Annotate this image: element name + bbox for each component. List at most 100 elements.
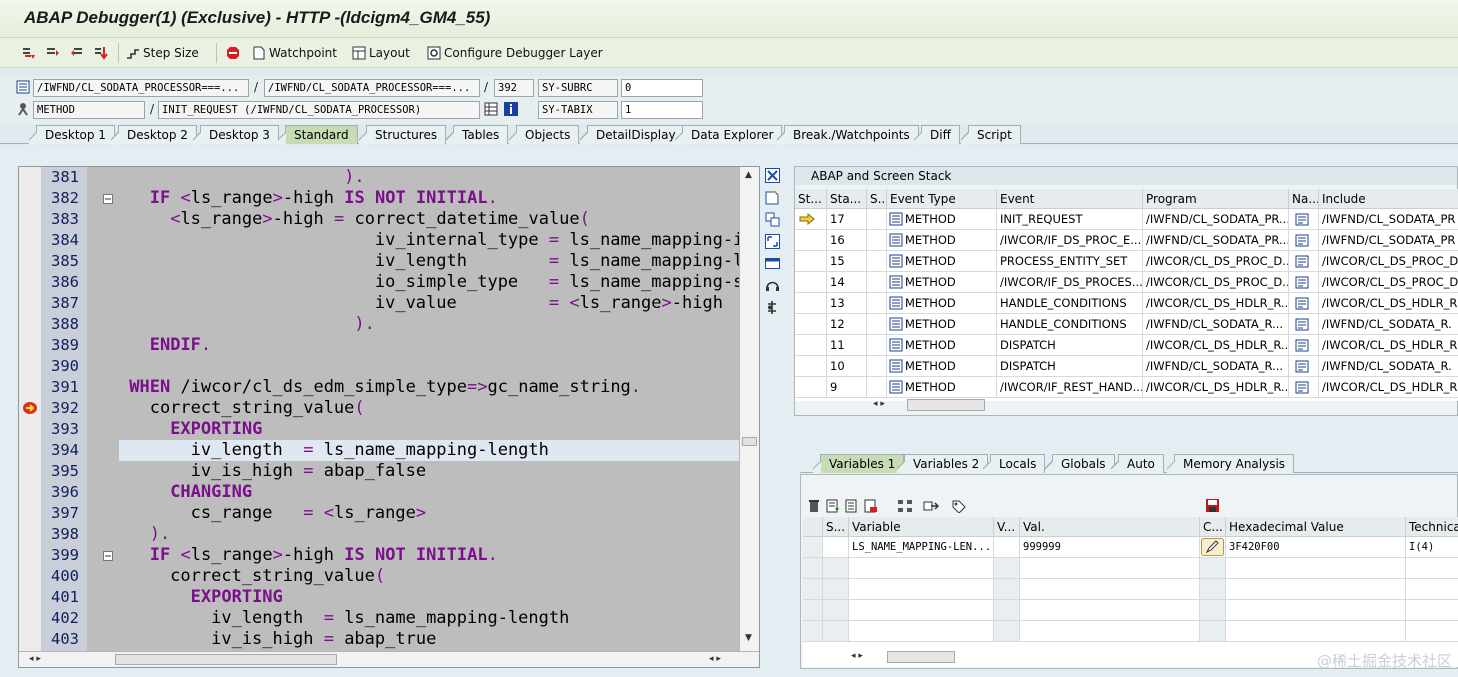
empty-variable-cell[interactable] xyxy=(823,558,849,579)
tab-memory-analysis[interactable]: Memory Analysis xyxy=(1166,454,1295,474)
code-line[interactable] xyxy=(119,356,739,377)
step-into-button[interactable] xyxy=(22,44,36,62)
code-line[interactable]: correct_string_value( xyxy=(119,398,739,419)
navigate-doc-icon[interactable] xyxy=(1295,339,1309,352)
services-icon[interactable] xyxy=(765,278,780,293)
navigate-doc-icon[interactable] xyxy=(1295,360,1309,373)
event-field[interactable]: INIT_REQUEST (/IWFND/CL_SODATA_PROCESSOR… xyxy=(158,101,480,119)
stack-cell[interactable]: /IWCOR/CL_DS_PROC_D... xyxy=(1143,251,1289,272)
tab-locals[interactable]: Locals xyxy=(982,454,1046,474)
var-col-header[interactable]: Variable xyxy=(849,517,994,537)
export-icon[interactable] xyxy=(845,499,859,513)
event-type-field[interactable]: METHOD xyxy=(33,101,145,119)
empty-variable-cell[interactable] xyxy=(1020,558,1200,579)
sy-subrc-value[interactable]: 0 xyxy=(621,79,703,97)
source-code-editor[interactable]: ▲ ▼ ◂ ▸ ◂ ▸ 381 ). 382 IF <ls_range>-high… xyxy=(18,166,760,668)
scroll-down-icon[interactable]: ▼ xyxy=(745,633,752,643)
variables-scroll-arrows[interactable]: ◂ ▸ xyxy=(851,651,863,661)
empty-variable-cell[interactable] xyxy=(823,621,849,642)
variables-scroll-thumb[interactable] xyxy=(887,651,955,663)
swap-tool-icon[interactable] xyxy=(765,212,780,227)
stack-cell[interactable]: DISPATCH xyxy=(997,356,1143,377)
execute-button[interactable] xyxy=(46,44,60,62)
navigate-doc-icon[interactable] xyxy=(1295,255,1309,268)
tab-variables-2[interactable]: Variables 2 xyxy=(896,454,989,474)
empty-variable-cell[interactable] xyxy=(849,579,994,600)
save-icon[interactable] xyxy=(1205,498,1220,513)
scroll-up-icon[interactable]: ▲ xyxy=(745,170,752,180)
empty-variable-cell[interactable] xyxy=(1200,600,1226,621)
stack-cell[interactable]: /IWFND/CL_SODATA_PR xyxy=(1319,209,1458,230)
empty-variable-cell[interactable] xyxy=(1406,579,1458,600)
empty-variable-cell[interactable] xyxy=(994,558,1020,579)
clear-icon[interactable] xyxy=(864,499,878,513)
stack-col-header[interactable]: St... xyxy=(795,189,827,209)
delete-icon[interactable] xyxy=(807,499,821,513)
editor-horizontal-scrollbar[interactable]: ◂ ▸ ◂ ▸ xyxy=(19,651,759,667)
code-line[interactable]: EXPORTING xyxy=(119,419,739,440)
code-line[interactable]: iv_length = ls_name_mapping-length xyxy=(119,608,739,629)
grid-icon[interactable] xyxy=(484,102,498,116)
empty-variable-cell[interactable] xyxy=(1226,621,1406,642)
code-line[interactable]: iv_length = ls_name_mapping-length xyxy=(119,251,739,272)
scroll-thumb[interactable] xyxy=(742,437,757,446)
scroll-left-icon[interactable]: ◂ ▸ xyxy=(29,654,41,664)
tab-diff[interactable]: Diff xyxy=(914,125,960,145)
variable-name-cell[interactable]: LS_NAME_MAPPING-LEN... xyxy=(849,537,994,558)
empty-variable-cell[interactable] xyxy=(803,600,823,621)
stack-cell[interactable]: /IWCOR/CL_DS_HDLR_R... xyxy=(1143,293,1289,314)
tab-structures[interactable]: Structures xyxy=(358,125,447,145)
stack-col-header[interactable]: S... xyxy=(867,189,887,209)
watch-icon[interactable] xyxy=(951,499,967,513)
stack-cell[interactable]: DISPATCH xyxy=(997,335,1143,356)
empty-variable-cell[interactable] xyxy=(803,558,823,579)
stack-cell[interactable]: /IWCOR/CL_DS_PROC_D... xyxy=(1143,272,1289,293)
include-program-field[interactable]: /IWFND/CL_SODATA_PROCESSOR===... xyxy=(264,79,480,97)
stack-cell[interactable]: /IWFND/CL_SODATA_PR xyxy=(1319,230,1458,251)
fullscreen-icon[interactable] xyxy=(765,234,780,249)
stack-col-header[interactable]: Program xyxy=(1143,189,1289,209)
stack-cell[interactable]: /IWCOR/CL_DS_PROC_D xyxy=(1319,251,1458,272)
stack-scroll-thumb[interactable] xyxy=(907,399,985,411)
stack-cell[interactable]: HANDLE_CONDITIONS xyxy=(997,314,1143,335)
stack-cell[interactable]: /IWCOR/CL_DS_HDLR_R... xyxy=(1143,377,1289,398)
pencil-icon[interactable] xyxy=(1201,538,1224,556)
scroll-right-icon[interactable]: ◂ ▸ xyxy=(709,654,721,664)
var-col-header[interactable]: C... xyxy=(1200,517,1226,537)
var-col-header[interactable]: Technical xyxy=(1406,517,1458,537)
empty-variable-cell[interactable] xyxy=(1020,621,1200,642)
navigate-doc-icon[interactable] xyxy=(1295,213,1309,226)
change-value-cell[interactable] xyxy=(1200,537,1226,558)
empty-variable-cell[interactable] xyxy=(1226,558,1406,579)
code-line[interactable]: ). xyxy=(119,314,739,335)
code-line[interactable]: ENDIF. xyxy=(119,335,739,356)
fold-toggle-icon[interactable] xyxy=(103,194,113,204)
code-line[interactable]: iv_internal_type = ls_name_mapping-inter… xyxy=(119,230,739,251)
row-selector[interactable] xyxy=(803,537,823,558)
tab-tables[interactable]: Tables xyxy=(445,125,509,145)
stack-cell[interactable]: /IWFND/CL_SODATA_PR... xyxy=(1143,230,1289,251)
navigate-doc-icon[interactable] xyxy=(1295,318,1309,331)
tab-variables-1[interactable]: Variables 1 xyxy=(812,454,905,474)
tool-settings-icon[interactable] xyxy=(765,300,780,315)
tab-desktop-2[interactable]: Desktop 2 xyxy=(111,125,197,145)
empty-variable-cell[interactable] xyxy=(994,579,1020,600)
var-col-header[interactable]: Hexadecimal Value xyxy=(1226,517,1406,537)
line-number-field[interactable]: 392 xyxy=(494,79,534,97)
var-col-header[interactable]: Val. xyxy=(1020,517,1200,537)
stack-cell[interactable]: /IWFND/CL_SODATA_R. xyxy=(1319,314,1458,335)
stack-cell[interactable]: /IWFND/CL_SODATA_PR... xyxy=(1143,209,1289,230)
stack-cell[interactable]: /IWCOR/IF_REST_HAND... xyxy=(997,377,1143,398)
navigate-icon[interactable] xyxy=(923,499,939,513)
configure-debugger-layer-button[interactable]: Configure Debugger Layer xyxy=(427,44,603,62)
stack-col-header[interactable]: Na... xyxy=(1289,189,1319,209)
empty-variable-cell[interactable] xyxy=(1406,621,1458,642)
tab-script[interactable]: Script xyxy=(961,125,1021,145)
stack-cell[interactable]: INIT_REQUEST xyxy=(997,209,1143,230)
empty-variable-cell[interactable] xyxy=(1200,621,1226,642)
watchpoint-button[interactable]: Watchpoint xyxy=(252,44,337,62)
stack-cell[interactable]: /IWCOR/IF_DS_PROC_E... xyxy=(997,230,1143,251)
empty-variable-cell[interactable] xyxy=(994,621,1020,642)
code-line[interactable]: io_simple_type = ls_name_mapping-simple_… xyxy=(119,272,739,293)
empty-variable-cell[interactable] xyxy=(1226,579,1406,600)
